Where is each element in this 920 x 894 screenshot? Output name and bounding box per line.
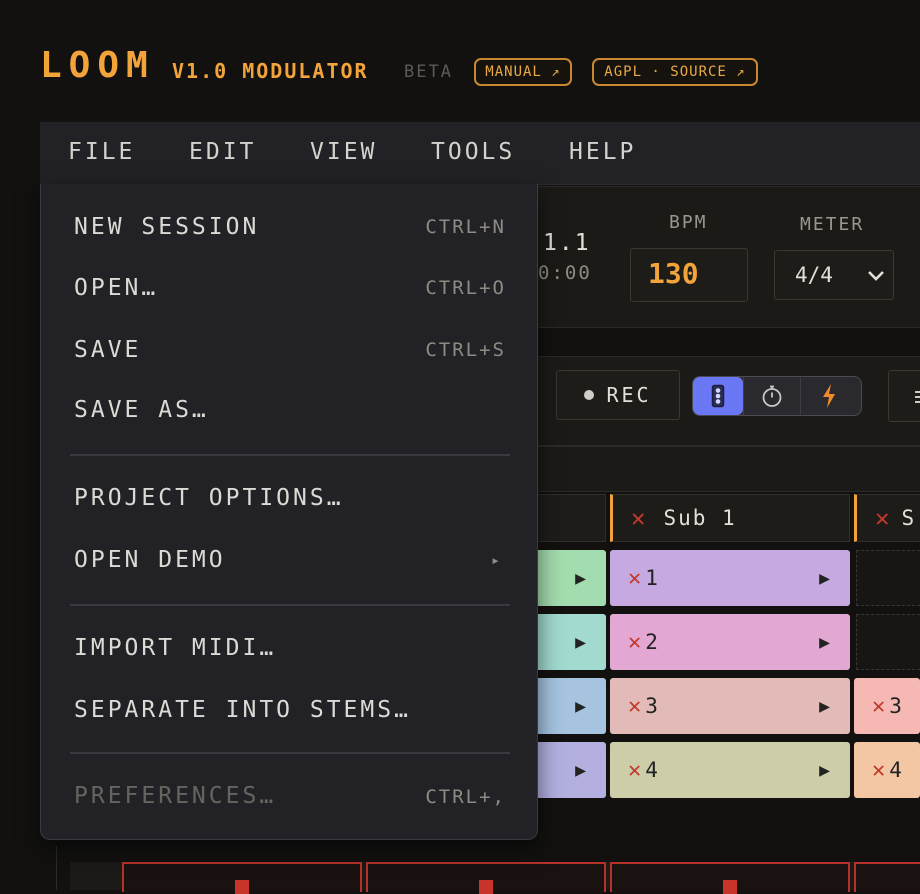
meter-select[interactable]: 4/4 — [774, 250, 894, 300]
clip-label: 2 — [645, 630, 658, 654]
clip-sub1-3[interactable]: ✕ 3 ▶ — [610, 678, 850, 734]
stopwatch-icon — [762, 385, 782, 407]
meter-value: 4/4 — [795, 263, 833, 287]
menu-item-label: PREFERENCES… — [74, 783, 277, 809]
traffic-light-icon — [711, 384, 725, 408]
step-cell[interactable] — [610, 862, 850, 894]
menu-item-import-midi[interactable]: IMPORT MIDI… — [74, 633, 506, 663]
menu-item-label: OPEN DEMO — [74, 547, 226, 573]
menu-edit[interactable]: EDIT — [189, 136, 256, 168]
lightning-icon — [823, 384, 835, 408]
menu-help[interactable]: HELP — [569, 136, 636, 168]
app-logo: LOOM — [40, 45, 155, 86]
clip-label: 1 — [645, 566, 658, 590]
rec-dot-icon — [584, 390, 595, 400]
bpm-label: BPM — [669, 212, 708, 233]
menu-item-label: SEPARATE INTO STEMS… — [74, 697, 411, 723]
time-readout: 0:00 — [538, 262, 592, 284]
empty-clip-slot[interactable] — [856, 614, 920, 670]
step-cell[interactable] — [366, 862, 606, 894]
menu-item-preferences: PREFERENCES… CTRL+, — [74, 781, 506, 811]
clip-next-4[interactable]: ✕ 4 — [854, 742, 920, 798]
submenu-arrow-icon: ▸ — [490, 551, 500, 569]
menu-item-save[interactable]: SAVE CTRL+S — [74, 335, 506, 365]
list-button[interactable] — [888, 370, 920, 422]
shortcut-label: CTRL+, — [425, 786, 506, 808]
bpm-input[interactable]: 130 — [630, 248, 748, 302]
close-icon[interactable]: ✕ — [628, 694, 641, 719]
mode-timer-button[interactable] — [743, 377, 800, 415]
track-header-next[interactable]: ✕ S — [854, 494, 920, 542]
clip-next-3[interactable]: ✕ 3 — [854, 678, 920, 734]
close-icon[interactable]: ✕ — [628, 758, 641, 783]
clip-label: 4 — [889, 758, 902, 782]
clip-label: 4 — [645, 758, 658, 782]
mode-toggle-group — [692, 376, 862, 416]
play-icon[interactable]: ▶ — [819, 568, 830, 589]
manual-link[interactable]: MANUAL ↗ — [474, 58, 572, 86]
menu-item-label: IMPORT MIDI… — [74, 635, 277, 661]
play-icon[interactable]: ▶ — [575, 568, 586, 589]
shortcut-label: CTRL+S — [425, 339, 506, 361]
clip-sub1-2[interactable]: ✕ 2 ▶ — [610, 614, 850, 670]
play-icon[interactable]: ▶ — [819, 632, 830, 653]
step-cell[interactable] — [122, 862, 362, 894]
rec-button[interactable]: REC — [556, 370, 680, 420]
menu-separator — [70, 454, 510, 456]
play-icon[interactable]: ▶ — [575, 632, 586, 653]
rec-label: REC — [606, 383, 652, 407]
bpm-value: 130 — [648, 257, 699, 290]
play-icon[interactable]: ▶ — [575, 696, 586, 717]
source-link[interactable]: AGPL · SOURCE ↗ — [592, 58, 758, 86]
beta-badge: BETA — [404, 62, 453, 82]
shortcut-label: CTRL+N — [425, 216, 506, 238]
track-header-sub1[interactable]: ✕ Sub 1 — [610, 494, 850, 542]
menu-separator — [70, 752, 510, 754]
play-icon[interactable]: ▶ — [575, 760, 586, 781]
menu-item-project-options[interactable]: PROJECT OPTIONS… — [74, 483, 506, 513]
menu-item-separate-stems[interactable]: SEPARATE INTO STEMS… — [74, 695, 506, 725]
menu-tools[interactable]: TOOLS — [431, 136, 515, 168]
menu-item-label: OPEN… — [74, 275, 159, 301]
close-icon[interactable]: ✕ — [875, 504, 891, 532]
menu-item-label: NEW SESSION — [74, 214, 260, 240]
menu-separator — [70, 604, 510, 606]
clip-label: 3 — [889, 694, 902, 718]
list-icon — [915, 391, 920, 403]
app-version: V1.0 MODULATOR — [172, 59, 369, 83]
position-readout: 1.1 — [543, 230, 591, 256]
menu-item-open[interactable]: OPEN… CTRL+O — [74, 273, 506, 303]
meter-label: METER — [800, 214, 865, 235]
menu-item-open-demo[interactable]: OPEN DEMO ▸ — [74, 545, 506, 575]
clip-label: 3 — [645, 694, 658, 718]
menu-item-label: SAVE AS… — [74, 397, 209, 423]
mode-lightning-button[interactable] — [800, 377, 857, 415]
shortcut-label: CTRL+O — [425, 277, 506, 299]
step-marker — [723, 880, 737, 894]
menu-item-label: PROJECT OPTIONS… — [74, 485, 344, 511]
menu-item-save-as[interactable]: SAVE AS… — [74, 395, 506, 425]
menu-view[interactable]: VIEW — [310, 136, 377, 168]
menu-item-label: SAVE — [74, 337, 142, 363]
close-icon[interactable]: ✕ — [872, 694, 885, 719]
track-name: S — [901, 506, 917, 530]
close-icon[interactable]: ✕ — [628, 630, 641, 655]
clip-sub1-4[interactable]: ✕ 4 ▶ — [610, 742, 850, 798]
play-icon[interactable]: ▶ — [819, 760, 830, 781]
track-name: Sub 1 — [663, 506, 737, 530]
mode-live-button[interactable] — [693, 377, 743, 415]
close-icon[interactable]: ✕ — [628, 566, 641, 591]
play-icon[interactable]: ▶ — [819, 696, 830, 717]
close-icon[interactable]: ✕ — [872, 758, 885, 783]
clip-sub1-1[interactable]: ✕ 1 ▶ — [610, 550, 850, 606]
step-marker — [235, 880, 249, 894]
step-marker — [479, 880, 493, 894]
chevron-down-icon — [868, 271, 884, 281]
close-icon[interactable]: ✕ — [631, 504, 647, 532]
menu-item-new-session[interactable]: NEW SESSION CTRL+N — [74, 212, 506, 242]
step-cell[interactable] — [854, 862, 920, 892]
menu-file[interactable]: FILE — [68, 136, 135, 168]
empty-clip-slot[interactable] — [856, 550, 920, 606]
